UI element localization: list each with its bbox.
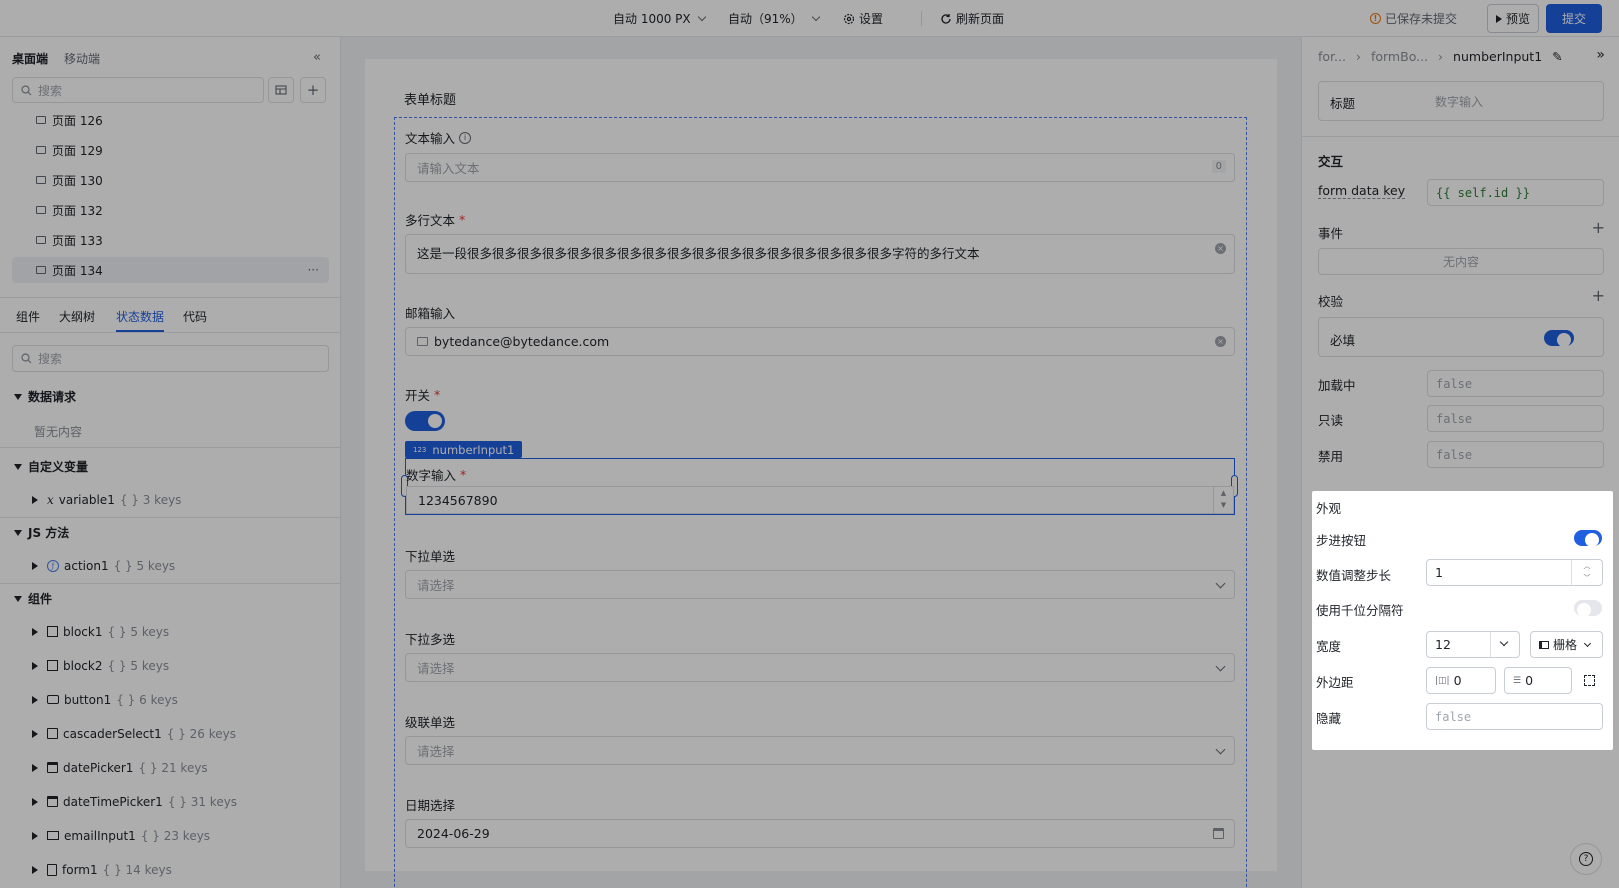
hidden-input[interactable]: false (1426, 703, 1603, 730)
margin-v-value: 0 (1525, 673, 1534, 688)
width-unit-select[interactable]: 栅格 (1530, 631, 1603, 658)
stepper-toggle[interactable] (1574, 530, 1602, 547)
appearance-section: 外观 步进按钮 数值调整步长 1 ︿ ﹀ 使用千位分隔符 宽度 12 栅格 外边距… (1312, 491, 1613, 750)
width-dropdown[interactable] (1490, 632, 1519, 657)
step-value: 1 (1435, 565, 1443, 580)
thousands-label: 使用千位分隔符 (1316, 603, 1404, 618)
grid-icon (1539, 640, 1549, 649)
dim-overlay (0, 0, 1619, 888)
stepper-label: 步进按钮 (1316, 533, 1367, 548)
hidden-value: false (1435, 709, 1472, 724)
width-input[interactable]: 12 (1426, 631, 1520, 658)
appearance-title: 外观 (1316, 501, 1342, 516)
horizontal-margin-icon: |◫| (1435, 675, 1450, 686)
step-label: 数值调整步长 (1316, 568, 1392, 583)
stepper-icon[interactable]: ︿ ﹀ (1571, 560, 1602, 585)
margin-label: 外边距 (1316, 675, 1354, 690)
width-label: 宽度 (1316, 639, 1342, 654)
margin-h-value: 0 (1453, 673, 1462, 688)
margin-horizontal-input[interactable]: |◫| 0 (1426, 667, 1496, 694)
width-value: 12 (1435, 637, 1451, 652)
width-unit-label: 栅格 (1553, 638, 1578, 652)
hidden-label: 隐藏 (1316, 711, 1342, 726)
step-input[interactable]: 1 ︿ ﹀ (1426, 559, 1603, 586)
thousands-toggle[interactable] (1574, 600, 1602, 617)
margin-expand-icon[interactable] (1584, 675, 1595, 686)
margin-vertical-input[interactable]: ☰ 0 (1504, 667, 1572, 694)
chevron-down-icon (1499, 637, 1509, 647)
vertical-margin-icon: ☰ (1513, 675, 1522, 686)
chevron-down-icon (1583, 639, 1592, 647)
